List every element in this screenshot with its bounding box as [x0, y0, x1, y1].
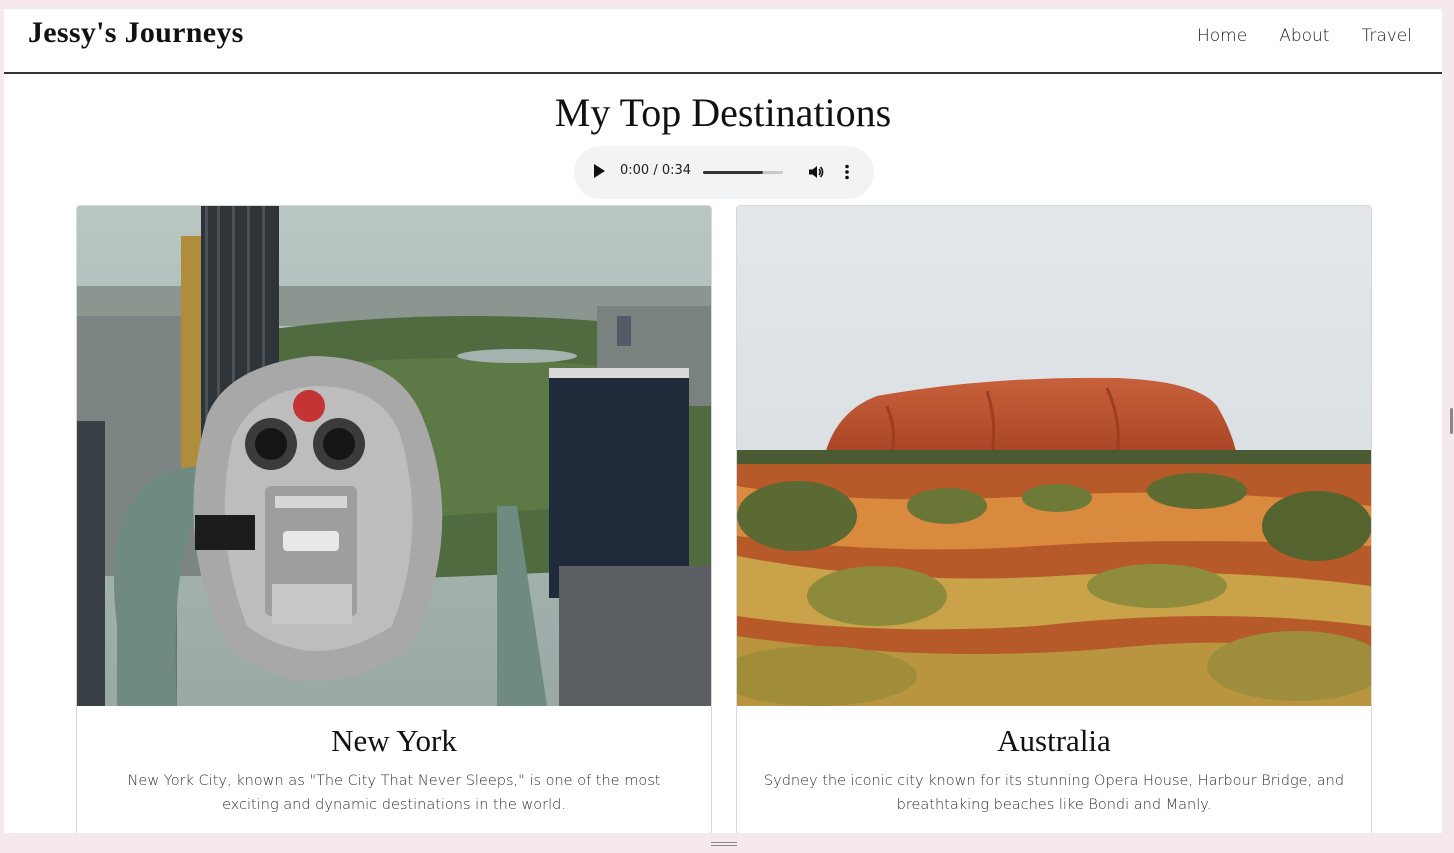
- destination-card-new-york: New York New York City, known as "The Ci…: [76, 205, 712, 833]
- audio-time: 0:00 / 0:34: [620, 163, 692, 178]
- volume-icon[interactable]: [807, 163, 825, 181]
- nav-links: Home About Travel: [1197, 26, 1412, 46]
- navbar: Jessy's Journeys Home About Travel: [4, 9, 1442, 74]
- nav-link-travel[interactable]: Travel: [1361, 26, 1412, 46]
- site-brand[interactable]: Jessy's Journeys: [28, 16, 244, 50]
- new-york-photo: [77, 206, 711, 706]
- australia-photo: [737, 206, 1371, 706]
- page-title: My Top Destinations: [554, 90, 892, 135]
- audio-volume-fill: [703, 171, 763, 174]
- audio-player[interactable]: 0:00 / 0:34: [574, 146, 874, 199]
- destination-card-australia: Australia Sydney the iconic city known f…: [736, 205, 1372, 833]
- destination-description: Sydney the iconic city known for its stu…: [763, 773, 1345, 813]
- audio-volume-slider[interactable]: [703, 171, 783, 174]
- nav-link-about[interactable]: About: [1279, 26, 1329, 46]
- destination-description: New York City, known as "The City That N…: [127, 773, 661, 813]
- destination-title: New York: [331, 723, 457, 758]
- page-frame: Jessy's Journeys Home About Travel My To…: [4, 9, 1442, 833]
- play-icon[interactable]: [594, 164, 605, 178]
- more-vertical-icon[interactable]: [842, 163, 852, 181]
- destination-title: Australia: [997, 723, 1111, 758]
- resize-handle-icon[interactable]: [711, 842, 737, 848]
- nav-link-home[interactable]: Home: [1197, 26, 1247, 46]
- scrollbar-thumb[interactable]: [1450, 408, 1453, 434]
